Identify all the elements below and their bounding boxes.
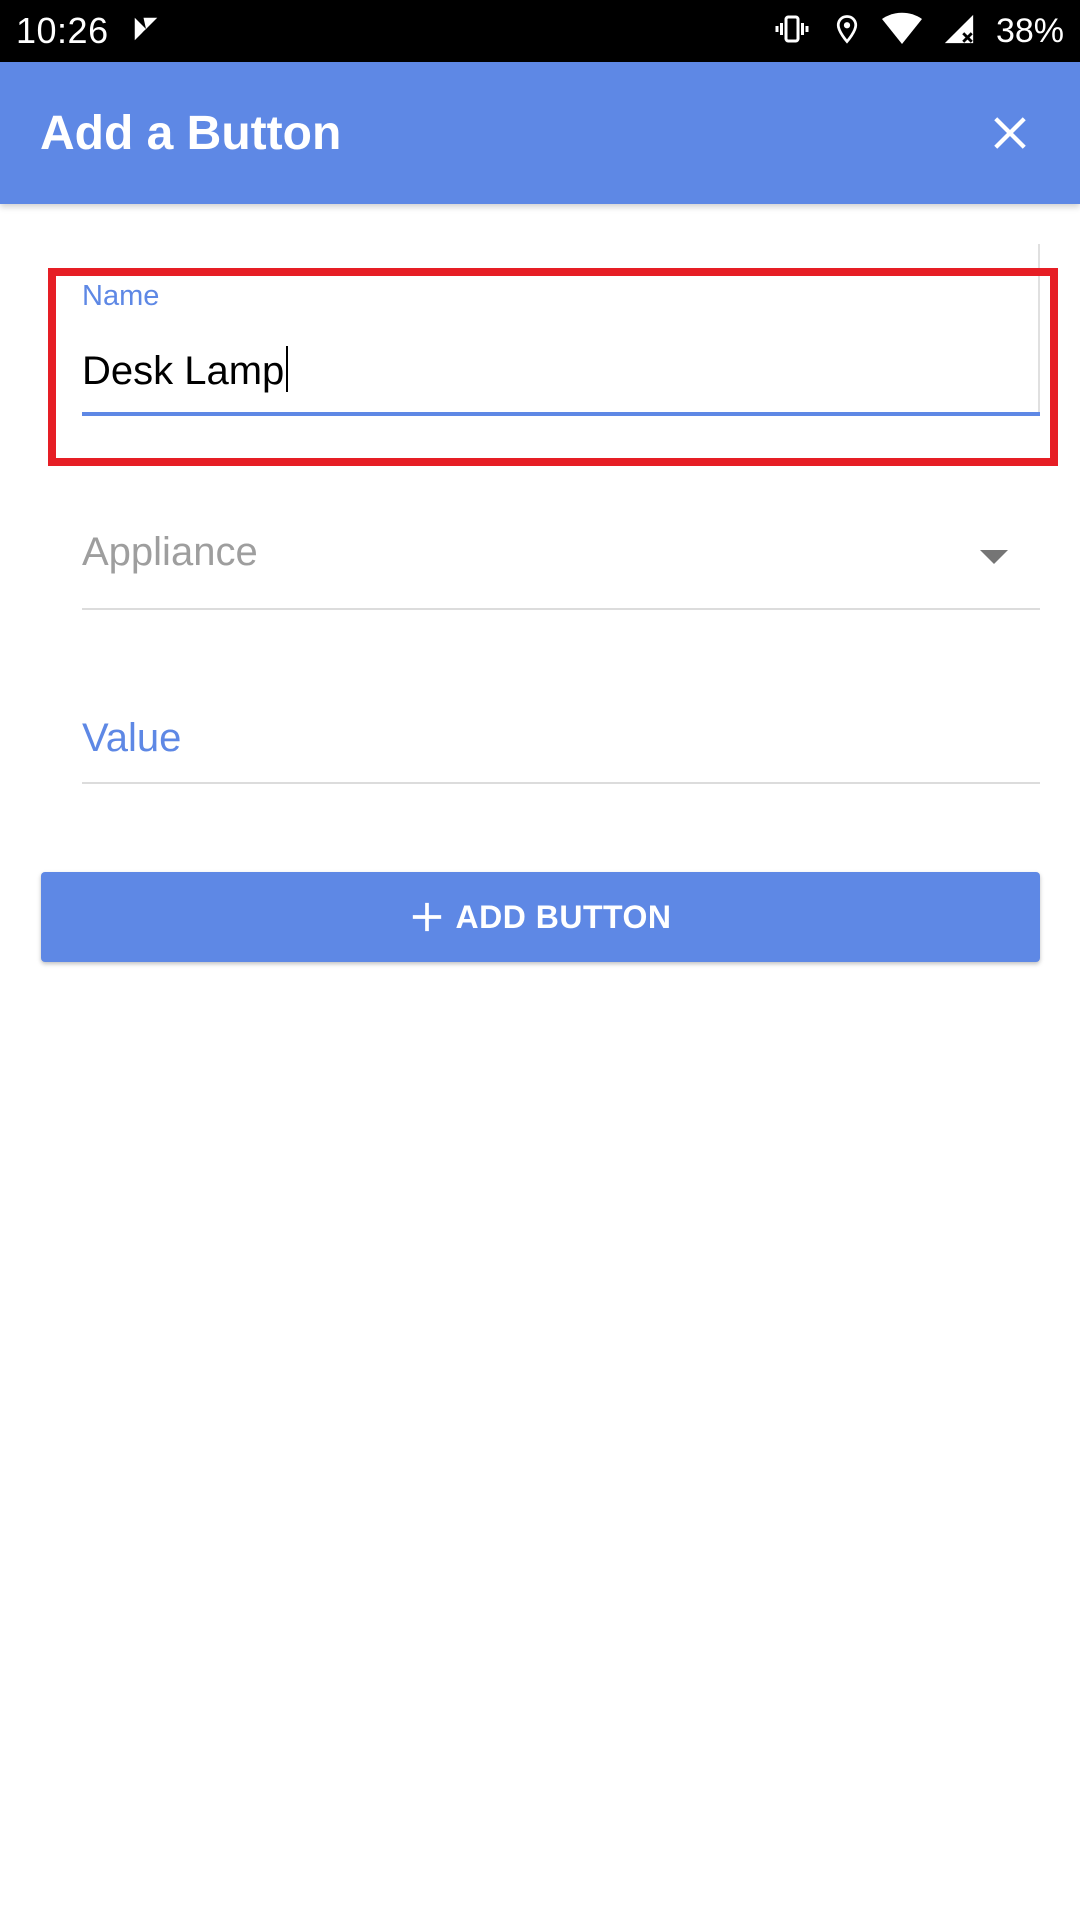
signal-icon <box>942 12 976 51</box>
wifi-icon <box>881 12 922 51</box>
page-title: Add a Button <box>40 106 342 160</box>
battery-percentage: 38% <box>995 11 1064 50</box>
plus-icon <box>412 902 441 932</box>
status-bar: 10:26 38% <box>0 0 1080 62</box>
appliance-select-placeholder: Appliance <box>82 530 258 574</box>
chevron-down-icon <box>980 550 1008 571</box>
status-left: 10:26 <box>16 10 161 52</box>
status-right: 38% <box>772 11 1064 52</box>
appliance-select[interactable]: Appliance <box>82 520 1040 610</box>
highlight-box <box>48 268 1058 466</box>
add-button[interactable]: ADD BUTTON <box>41 872 1040 962</box>
value-field[interactable]: Value <box>82 706 1040 784</box>
close-button[interactable] <box>980 103 1040 163</box>
add-button-label: ADD BUTTON <box>455 898 672 935</box>
vibrate-icon <box>772 11 812 52</box>
status-time: 10:26 <box>16 10 109 51</box>
close-icon <box>994 117 1026 149</box>
appliance-select-underline <box>82 608 1040 610</box>
notification-app-icon <box>131 14 161 49</box>
app-bar: Add a Button <box>0 62 1080 204</box>
value-field-underline <box>82 782 1040 784</box>
value-field-label: Value <box>82 716 182 760</box>
location-icon <box>832 11 862 52</box>
